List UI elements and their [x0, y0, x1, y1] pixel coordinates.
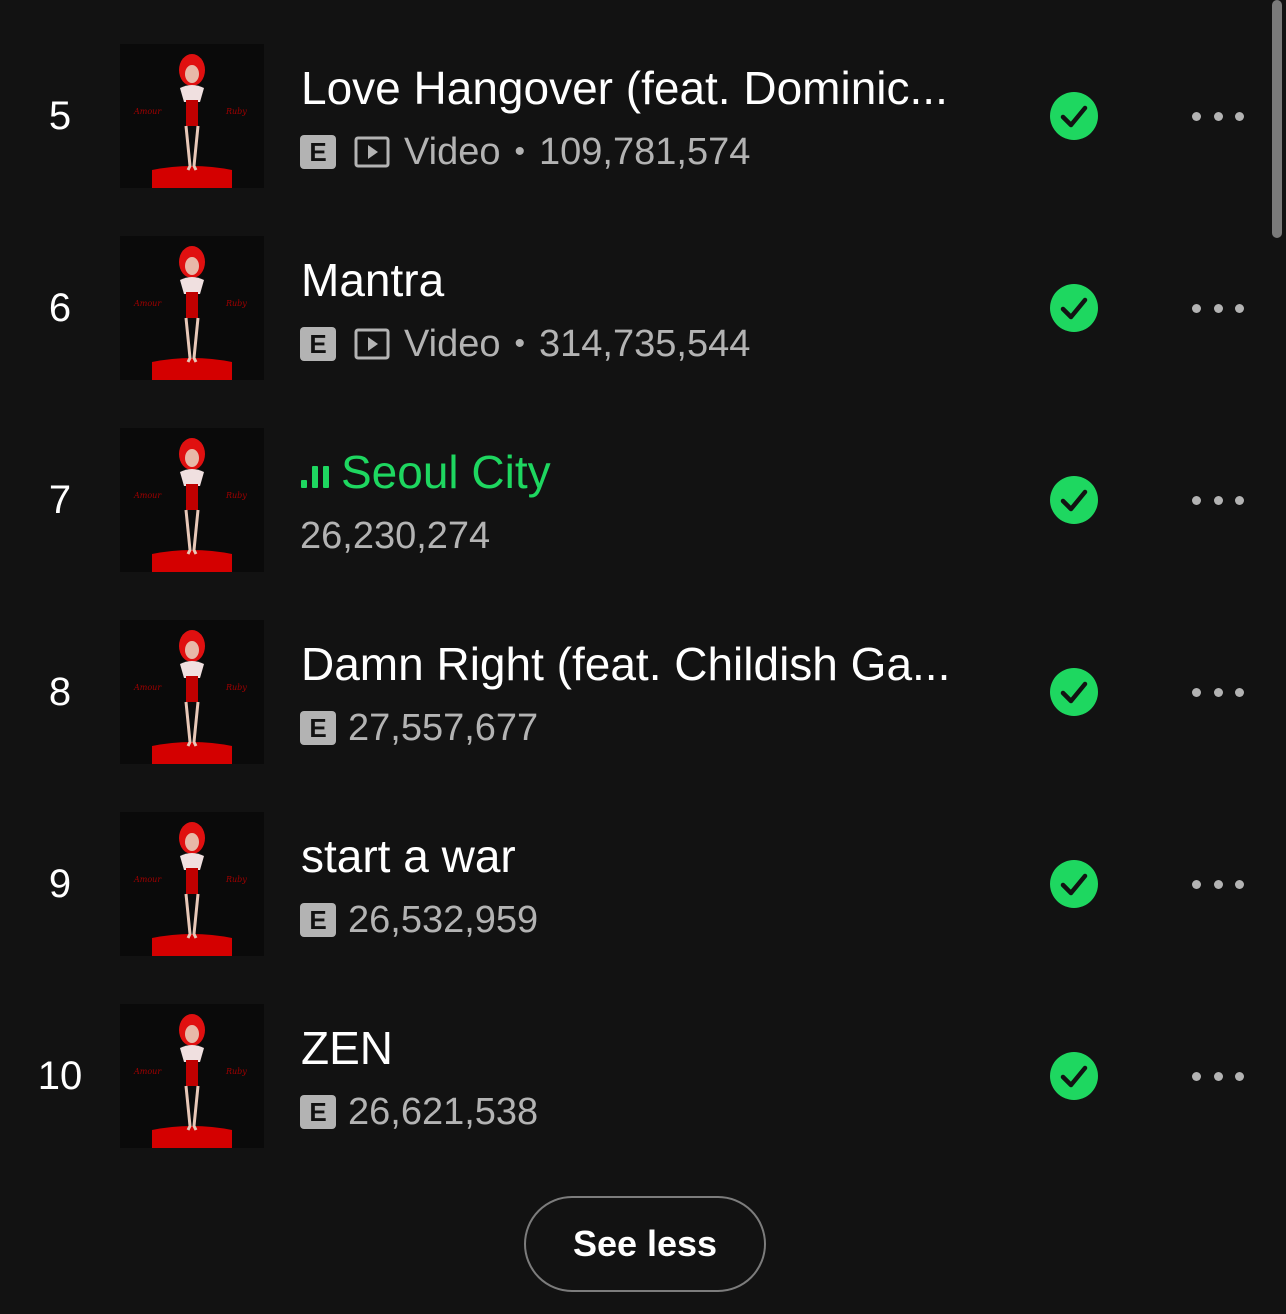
track-title: ZEN	[301, 1022, 393, 1074]
more-options-icon[interactable]	[1186, 484, 1250, 516]
meta-separator: •	[514, 135, 526, 168]
play-count: 26,230,274	[300, 514, 491, 557]
more-options-icon[interactable]	[1186, 868, 1250, 900]
album-cover: Amour Ruby	[120, 812, 264, 956]
album-cover: Amour Ruby	[120, 1004, 264, 1148]
svg-text:Ruby: Ruby	[225, 491, 247, 500]
check-circle-icon[interactable]	[1050, 1052, 1098, 1100]
check-circle-icon[interactable]	[1050, 860, 1098, 908]
explicit-badge: E	[300, 903, 336, 937]
track-row[interactable]: 10 Amour Ruby ZEN E 26,621,538	[0, 1004, 1286, 1196]
svg-text:Ruby: Ruby	[225, 875, 247, 884]
explicit-badge: E	[300, 327, 336, 361]
equalizer-icon	[301, 462, 329, 488]
track-number: 9	[48, 861, 72, 906]
track-row[interactable]: 6 Amour Ruby Mantra E Video • 314,735,544	[0, 236, 1286, 428]
top-tracks-list: 5 Amour Ruby Love Hangover (feat. Dominic…	[0, 0, 1286, 1314]
explicit-badge: E	[300, 1095, 336, 1129]
album-cover: Amour Ruby	[120, 44, 264, 188]
svg-text:Amour: Amour	[133, 875, 162, 884]
video-icon	[354, 327, 390, 361]
album-cover: Amour Ruby	[120, 236, 264, 380]
track-title: Mantra	[301, 254, 445, 306]
track-number: 6	[48, 285, 72, 330]
track-title: Seoul City	[301, 444, 1001, 500]
meta-separator: •	[514, 327, 526, 360]
play-count: 26,532,959	[348, 898, 539, 941]
video-icon	[354, 135, 390, 169]
track-title: Damn Right (feat. Childish Ga...	[301, 638, 951, 690]
track-title-text: Seoul City	[341, 446, 551, 498]
track-row[interactable]: 9 Amour Ruby start a war E 26,532,959	[0, 812, 1286, 1004]
track-meta: E Video • 314,735,544	[300, 320, 750, 368]
svg-text:Ruby: Ruby	[225, 107, 247, 116]
track-meta: E Video • 109,781,574	[300, 128, 750, 176]
album-cover: Amour Ruby	[120, 428, 264, 572]
more-options-icon[interactable]	[1186, 1060, 1250, 1092]
play-count: 109,781,574	[539, 130, 751, 173]
track-row[interactable]: 8 Amour Ruby Damn Right (feat. Childish G…	[0, 620, 1286, 812]
track-title: Love Hangover (feat. Dominic...	[301, 62, 948, 114]
track-meta: E 26,621,538	[300, 1088, 538, 1136]
track-number: 8	[48, 669, 72, 714]
track-row[interactable]: 5 Amour Ruby Love Hangover (feat. Dominic…	[0, 44, 1286, 236]
svg-text:Ruby: Ruby	[225, 1067, 247, 1076]
more-options-icon[interactable]	[1186, 292, 1250, 324]
track-number: 5	[48, 93, 72, 138]
play-count: 27,557,677	[348, 706, 539, 749]
svg-text:Amour: Amour	[133, 683, 162, 692]
track-meta: 26,230,274	[300, 512, 490, 560]
svg-text:Amour: Amour	[133, 107, 162, 116]
check-circle-icon[interactable]	[1050, 668, 1098, 716]
video-label: Video	[404, 130, 501, 173]
album-cover: Amour Ruby	[120, 620, 264, 764]
svg-text:Ruby: Ruby	[225, 683, 247, 692]
video-label: Video	[404, 322, 501, 365]
check-circle-icon[interactable]	[1050, 476, 1098, 524]
track-number: 10	[37, 1053, 83, 1098]
svg-text:Ruby: Ruby	[225, 299, 247, 308]
track-number: 7	[48, 477, 72, 522]
play-count: 314,735,544	[539, 322, 751, 365]
more-options-icon[interactable]	[1186, 100, 1250, 132]
track-meta: E 26,532,959	[300, 896, 538, 944]
explicit-badge: E	[300, 711, 336, 745]
more-options-icon[interactable]	[1186, 676, 1250, 708]
track-meta: E 27,557,677	[300, 704, 538, 752]
track-row[interactable]: 7 Amour Ruby Seoul City 26,230,274	[0, 428, 1286, 620]
svg-text:Amour: Amour	[133, 299, 162, 308]
explicit-badge: E	[300, 135, 336, 169]
track-title: start a war	[301, 830, 516, 882]
check-circle-icon[interactable]	[1050, 284, 1098, 332]
check-circle-icon[interactable]	[1050, 92, 1098, 140]
svg-text:Amour: Amour	[133, 491, 162, 500]
play-count: 26,621,538	[348, 1090, 539, 1133]
see-less-button[interactable]: See less	[524, 1196, 766, 1292]
svg-text:Amour: Amour	[133, 1067, 162, 1076]
